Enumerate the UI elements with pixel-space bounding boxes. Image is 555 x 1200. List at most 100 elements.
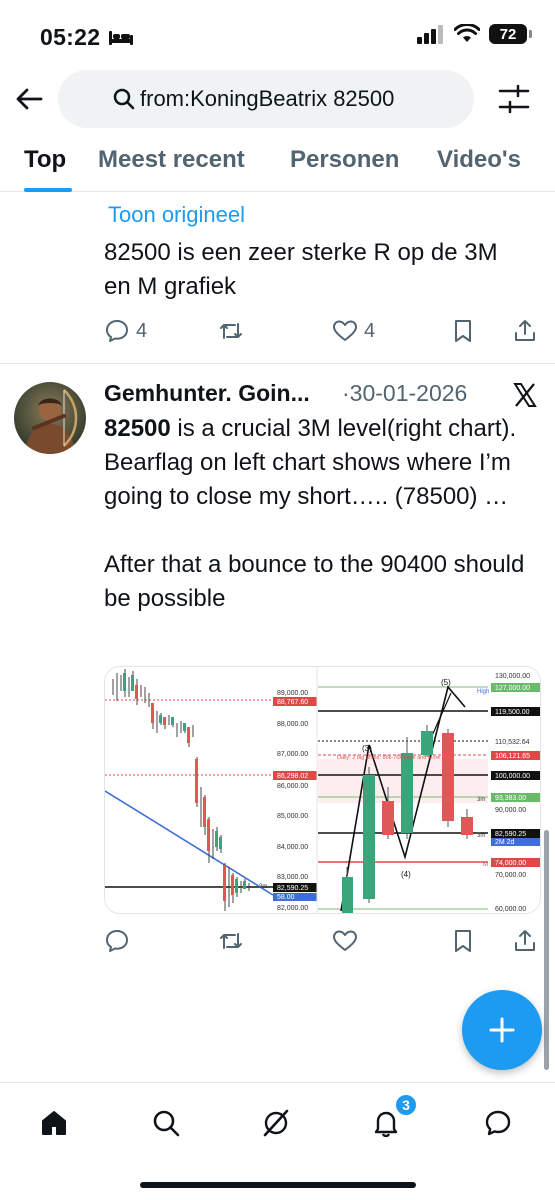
repost-icon xyxy=(220,323,242,339)
tab-people[interactable]: Personen xyxy=(290,146,399,174)
chart-label: 74,000.00 xyxy=(495,860,526,867)
chart-label: 82,590.25 xyxy=(495,831,526,838)
x-logo-icon xyxy=(513,383,537,407)
nav-home[interactable] xyxy=(32,1101,76,1145)
tweet[interactable]: Toon origineel 82500 is een zeer sterke … xyxy=(0,192,555,364)
chart-label: 82,000.00 xyxy=(277,905,308,912)
chart-label: 93,383.00 xyxy=(495,795,526,802)
time-text: 05:22 xyxy=(40,24,101,50)
search-header: from:KoningBeatrix 82500 xyxy=(0,70,555,128)
scrollbar[interactable] xyxy=(544,830,549,1070)
repost-button[interactable] xyxy=(218,928,244,954)
like-count: 4 xyxy=(364,319,376,342)
search-icon xyxy=(153,1110,180,1137)
search-input[interactable]: from:KoningBeatrix 82500 xyxy=(58,70,474,128)
avatar-image xyxy=(14,382,86,454)
reply-button[interactable]: 4 xyxy=(104,318,147,344)
nav-messages[interactable] xyxy=(476,1101,520,1145)
reply-count: 4 xyxy=(136,319,148,342)
chart-label: 86,000.00 xyxy=(277,783,308,790)
chart-label: 3m xyxy=(259,884,267,890)
chart-label: 60,000.00 xyxy=(495,906,526,913)
reply-button[interactable] xyxy=(104,928,130,954)
chart-label: 58.00 xyxy=(277,894,295,901)
share-button[interactable] xyxy=(512,318,538,344)
bookmark-button[interactable] xyxy=(450,928,476,954)
chart-label: 2M 2d xyxy=(495,839,515,846)
tab-top[interactable]: Top xyxy=(24,146,66,174)
chart-label: 88,767.60 xyxy=(277,699,308,706)
notification-badge: 3 xyxy=(394,1093,418,1117)
battery-indicator: 72 xyxy=(489,24,532,44)
show-original-link[interactable]: Toon origineel xyxy=(108,202,245,228)
nav-explore[interactable] xyxy=(144,1101,188,1145)
chart-label: 106,121.65 xyxy=(495,753,530,760)
tab-videos[interactable]: Video's xyxy=(437,146,521,174)
tweet-text: 82500 is a crucial 3M level(right chart)… xyxy=(104,412,544,616)
chart-label: 119,500.00 xyxy=(495,709,530,716)
chart-label: 85,000.00 xyxy=(277,813,308,820)
home-indicator xyxy=(140,1182,416,1188)
repost-button[interactable] xyxy=(218,318,244,344)
tweet-actions: 4 4 xyxy=(104,318,544,348)
left-chart-image: 3m 89,000.00 88,767.60 88,000.00 87,000.… xyxy=(105,667,317,913)
search-icon xyxy=(113,88,135,110)
arrow-left-icon xyxy=(16,88,43,110)
wifi-icon xyxy=(454,24,480,42)
chart-label: 88,000.00 xyxy=(277,721,308,728)
heart-icon xyxy=(333,320,357,341)
date-text[interactable]: 30-01-2026 xyxy=(350,380,468,406)
tweet[interactable]: Gemhunter. Goin... ·30-01-2026 82500 is … xyxy=(0,364,555,984)
chart-label: (4) xyxy=(401,870,411,879)
author-name[interactable]: Gemhunter. Goin... xyxy=(104,380,310,407)
compose-button[interactable] xyxy=(462,990,542,1070)
share-icon xyxy=(515,930,535,951)
like-button[interactable] xyxy=(332,928,358,954)
battery-level: 72 xyxy=(499,25,517,43)
tab-latest[interactable]: Meest recent xyxy=(98,146,245,174)
chart-label: 87,000.00 xyxy=(277,751,308,758)
separator-dot: · xyxy=(342,380,350,406)
nav-grok[interactable] xyxy=(254,1101,298,1145)
plus-icon xyxy=(489,1017,515,1043)
chart-label: 90,000.00 xyxy=(495,807,526,814)
chart-images: 3m 89,000.00 88,767.60 88,000.00 87,000.… xyxy=(105,667,540,913)
avatar[interactable] xyxy=(14,382,86,454)
chart-label: (3) xyxy=(362,744,372,753)
tweet-media[interactable]: 3m 89,000.00 88,767.60 88,000.00 87,000.… xyxy=(104,666,541,914)
chart-label: 82,590.25 xyxy=(277,885,308,892)
bed-icon xyxy=(109,30,134,45)
search-settings-button[interactable] xyxy=(496,83,532,115)
tweet-text-paragraph: After that a bounce to the 90400 should … xyxy=(104,551,525,612)
chart-label: 127,000.00 xyxy=(495,685,530,692)
tweet-date: ·30-01-2026 xyxy=(342,380,467,407)
highlight-term: 82500 xyxy=(104,415,171,442)
sliders-icon xyxy=(498,84,530,114)
share-icon xyxy=(515,320,535,341)
bookmark-button[interactable] xyxy=(450,318,476,344)
chart-label: 110,532.64 xyxy=(495,739,530,746)
status-bar: 05:22 72 xyxy=(0,0,555,66)
home-icon xyxy=(42,1111,66,1135)
chart-label: M xyxy=(483,862,488,868)
chart-label: Daily: 2 big drops: 86k-76k Here and Mor… xyxy=(337,755,440,761)
reply-icon xyxy=(106,320,128,342)
heart-icon xyxy=(333,930,357,951)
grok-icon xyxy=(263,1109,289,1137)
chart-label: 3m xyxy=(477,833,485,839)
like-button[interactable]: 4 xyxy=(332,318,375,344)
message-icon xyxy=(485,1110,511,1136)
reply-icon xyxy=(106,930,128,952)
chart-label: High xyxy=(477,689,489,695)
chart-label: 83,000.00 xyxy=(277,874,308,881)
search-tabs: Top Meest recent Personen Video's xyxy=(0,132,555,192)
share-button[interactable] xyxy=(512,928,538,954)
repost-icon xyxy=(220,933,242,949)
back-button[interactable] xyxy=(12,82,46,116)
bookmark-icon xyxy=(455,930,471,952)
chart-label: 89,000.00 xyxy=(277,690,308,697)
chart-label: 3m xyxy=(477,797,485,803)
tweet-text: 82500 is een zeer sterke R op de 3M en M… xyxy=(104,239,498,300)
signal-icon xyxy=(417,25,443,44)
chart-label: 70,000.00 xyxy=(495,872,526,879)
